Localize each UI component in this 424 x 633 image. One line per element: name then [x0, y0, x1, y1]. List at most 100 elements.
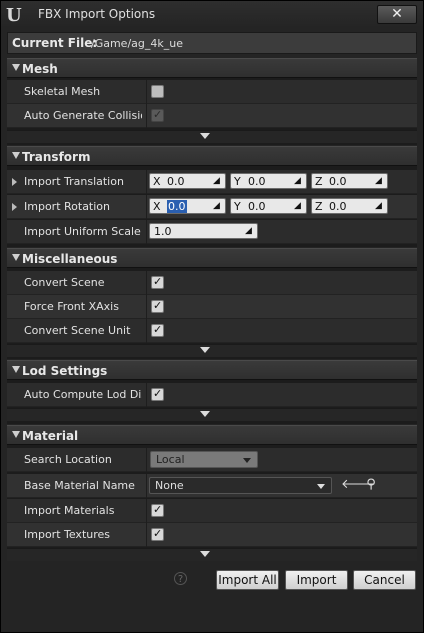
- convert-scene-checkbox[interactable]: ✓: [151, 275, 164, 289]
- skeletal-mesh-row: Skeletal Mesh: [7, 80, 417, 104]
- expand-arrow-icon[interactable]: [12, 203, 17, 211]
- help-icon[interactable]: ?: [174, 572, 187, 585]
- spin-arrow-icon: ◢: [294, 201, 301, 211]
- check-icon: ✓: [153, 387, 163, 400]
- convert-scene-unit-checkbox[interactable]: ✓: [151, 323, 164, 337]
- transform-category-header[interactable]: Transform: [7, 146, 417, 166]
- browse-search-icon[interactable]: ⚲: [364, 478, 378, 492]
- collapse-triangle-icon: [12, 64, 20, 71]
- force-front-xaxis-checkbox[interactable]: ✓: [151, 299, 164, 313]
- column-divider: [146, 383, 147, 407]
- import-textures-checkbox[interactable]: ✓: [151, 527, 164, 541]
- chevron-down-icon: [243, 458, 251, 463]
- column-divider: [146, 474, 147, 498]
- translation-y-value: 0.0: [248, 175, 266, 188]
- rotation-y-field[interactable]: Y 0.0 ◢: [230, 198, 307, 214]
- force-front-xaxis-label: Force Front XAxis: [24, 300, 119, 313]
- transform-category-title: Transform: [22, 150, 91, 164]
- rotation-x-value: 0.0: [167, 200, 187, 213]
- check-icon: ✓: [153, 503, 163, 516]
- cancel-button[interactable]: Cancel: [353, 570, 416, 590]
- auto-compute-lod-checkbox[interactable]: ✓: [151, 387, 164, 401]
- material-category-header[interactable]: Material: [7, 425, 417, 445]
- convert-scene-unit-label: Convert Scene Unit: [24, 324, 131, 337]
- spin-arrow-icon: ◢: [245, 226, 252, 236]
- close-button[interactable]: ✕: [377, 5, 417, 24]
- skeletal-mesh-label: Skeletal Mesh: [24, 85, 101, 98]
- import-translation-row: Import Translation X 0.0 ◢ Y 0.0 ◢ Z 0.0…: [7, 170, 417, 194]
- import-rotation-row: Import Rotation X 0.0 ◢ Y 0.0 ◢ Z 0.0 ◢: [7, 195, 417, 219]
- base-material-value: None: [155, 479, 184, 492]
- lod-settings-category-header[interactable]: Lod Settings: [7, 360, 417, 380]
- translation-x-field[interactable]: X 0.0 ◢: [149, 173, 226, 189]
- spin-arrow-icon: ◢: [213, 201, 220, 211]
- expand-down-icon: [200, 551, 210, 557]
- skeletal-mesh-checkbox[interactable]: [151, 85, 164, 98]
- axis-y-label: Y: [234, 175, 241, 188]
- material-advanced-toggle[interactable]: [7, 548, 417, 561]
- collapse-triangle-icon: [12, 254, 20, 261]
- spin-arrow-icon: ◢: [375, 176, 382, 186]
- column-divider: [146, 195, 147, 219]
- axis-z-label: Z: [315, 175, 323, 188]
- miscellaneous-category-header[interactable]: Miscellaneous: [7, 248, 417, 268]
- column-divider: [146, 448, 147, 472]
- translation-z-value: 0.0: [329, 175, 347, 188]
- import-materials-checkbox[interactable]: ✓: [151, 503, 164, 517]
- current-file-bar: Current File: /Game/ag_4k_ue: [7, 32, 417, 54]
- import-button[interactable]: Import: [285, 570, 348, 590]
- axis-x-label: X: [153, 175, 161, 188]
- rotation-z-value: 0.0: [329, 200, 347, 213]
- import-uniform-scale-label: Import Uniform Scale: [24, 225, 141, 238]
- mesh-section: Mesh Skeletal Mesh Auto Generate Collisi…: [7, 58, 417, 145]
- lod-advanced-toggle[interactable]: [7, 408, 417, 421]
- collapse-triangle-icon: [12, 366, 20, 373]
- convert-scene-row: Convert Scene ✓: [7, 271, 417, 295]
- column-divider: [146, 271, 147, 295]
- column-divider: [146, 319, 147, 343]
- mesh-category-header[interactable]: Mesh: [7, 58, 417, 78]
- collapse-triangle-icon: [12, 431, 20, 438]
- column-divider: [146, 170, 147, 194]
- miscellaneous-category-title: Miscellaneous: [22, 252, 118, 266]
- axis-y-label: Y: [234, 200, 241, 213]
- search-location-label: Search Location: [24, 453, 112, 466]
- current-file-path: /Game/ag_4k_ue: [91, 37, 183, 50]
- search-location-dropdown[interactable]: Local: [150, 451, 258, 468]
- chevron-down-icon: [317, 484, 325, 489]
- transform-section: Transform Import Translation X 0.0 ◢ Y 0…: [7, 146, 417, 247]
- auto-generate-collision-checkbox[interactable]: ✓: [151, 108, 164, 122]
- material-section: Material Search Location Local Base Mate…: [7, 425, 417, 561]
- spin-arrow-icon: ◢: [213, 176, 220, 186]
- column-divider: [146, 523, 147, 547]
- auto-generate-collision-row: Auto Generate Collision ✓: [7, 104, 417, 128]
- translation-z-field[interactable]: Z 0.0 ◢: [311, 173, 388, 189]
- convert-scene-unit-row: Convert Scene Unit ✓: [7, 319, 417, 343]
- base-material-dropdown[interactable]: None: [149, 477, 332, 494]
- fbx-import-dialog: U FBX Import Options ✕ Current File: /Ga…: [0, 0, 424, 633]
- expand-down-icon: [200, 411, 210, 417]
- miscellaneous-section: Miscellaneous Convert Scene ✓ Force Fron…: [7, 248, 417, 359]
- import-textures-row: Import Textures ✓: [7, 523, 417, 547]
- import-all-button[interactable]: Import All: [216, 570, 279, 590]
- check-icon: ✓: [153, 323, 163, 336]
- expand-arrow-icon[interactable]: [12, 178, 17, 186]
- import-translation-label: Import Translation: [24, 175, 124, 188]
- unreal-logo-icon: U: [6, 5, 22, 26]
- import-materials-row: Import Materials ✓: [7, 499, 417, 523]
- material-category-title: Material: [22, 429, 79, 443]
- collapse-triangle-icon: [12, 152, 20, 159]
- rotation-x-field[interactable]: X 0.0 ◢: [149, 198, 226, 214]
- spin-arrow-icon: ◢: [294, 176, 301, 186]
- uniform-scale-field[interactable]: 1.0 ◢: [149, 223, 258, 239]
- rotation-z-field[interactable]: Z 0.0 ◢: [311, 198, 388, 214]
- translation-y-field[interactable]: Y 0.0 ◢: [230, 173, 307, 189]
- title-bar[interactable]: U FBX Import Options ✕: [1, 1, 423, 28]
- mesh-advanced-toggle[interactable]: [7, 130, 417, 143]
- lod-settings-category-title: Lod Settings: [22, 364, 108, 378]
- use-selected-arrow-icon[interactable]: 🡐: [341, 478, 376, 492]
- auto-compute-lod-label: Auto Compute Lod Dista: [24, 388, 142, 401]
- import-textures-label: Import Textures: [24, 528, 111, 541]
- import-uniform-scale-row: Import Uniform Scale 1.0 ◢: [7, 220, 417, 244]
- misc-advanced-toggle[interactable]: [7, 344, 417, 357]
